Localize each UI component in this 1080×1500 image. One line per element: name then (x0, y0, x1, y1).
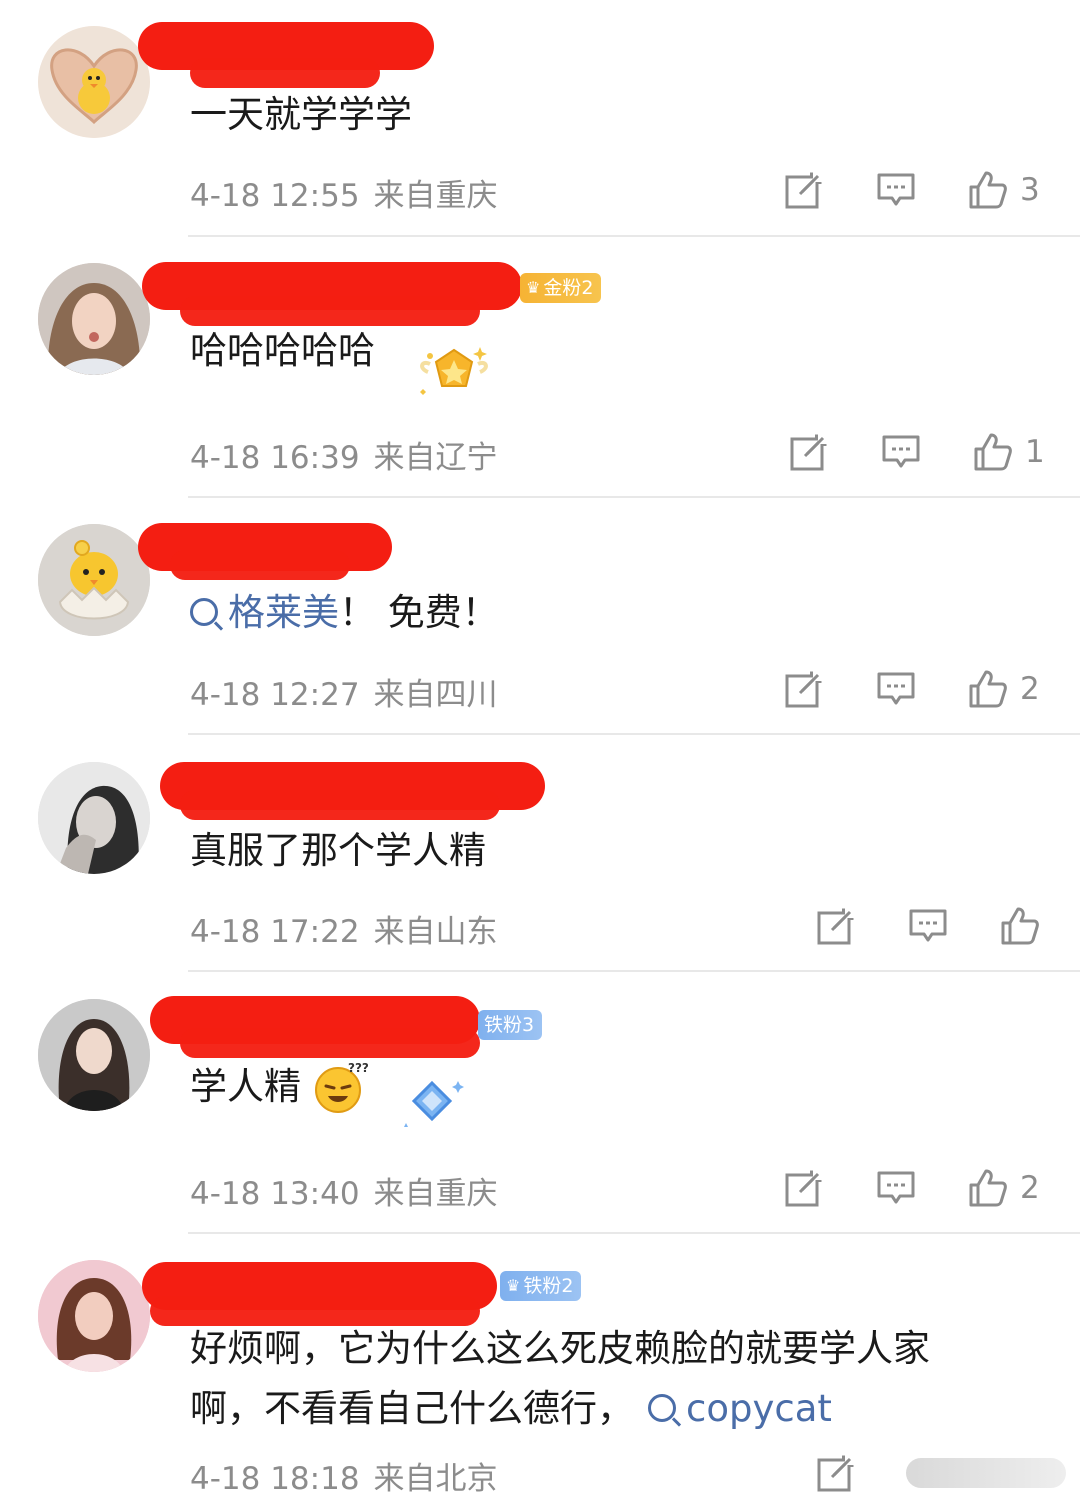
like-count: 2 (1020, 671, 1040, 707)
comment-actions: 1 (789, 432, 1045, 472)
share-icon[interactable] (784, 669, 824, 709)
comment-actions: 3 (784, 170, 1040, 210)
comment-icon[interactable] (876, 170, 916, 210)
divider (188, 235, 1080, 237)
divider (188, 970, 1080, 972)
redacted-username (170, 550, 350, 580)
comment-text: 真服了那个学人精 (190, 829, 486, 872)
comment-text-line2: 啊，不看看自己什么德行， (190, 1387, 634, 1430)
avatar[interactable] (38, 762, 150, 874)
badge-label: 铁粉3 (484, 1014, 535, 1036)
share-icon[interactable] (789, 432, 829, 472)
comment-meta: 4-18 12:55 来自重庆 (190, 170, 498, 215)
comment-icon[interactable] (876, 1168, 916, 1208)
search-icon (648, 1394, 676, 1422)
thumbs-up-icon[interactable] (973, 432, 1013, 472)
avatar[interactable] (38, 999, 150, 1111)
avatar[interactable] (38, 263, 150, 375)
link-label: 格莱美 (228, 591, 339, 634)
svg-text:???: ??? (348, 1061, 368, 1075)
comment-text: 哈哈哈哈哈 (190, 329, 375, 372)
divider (188, 1232, 1080, 1234)
comment-location: 来自重庆 (373, 1176, 498, 1212)
comment-text: 好烦啊，它为什么这么死皮赖脸的就要学人家 (190, 1327, 930, 1370)
avatar[interactable] (38, 524, 150, 636)
thumbs-up-icon[interactable] (1000, 906, 1040, 946)
comment-icon[interactable] (908, 906, 948, 946)
comment-actions: 2 (784, 1168, 1040, 1208)
comment-meta: 4-18 13:40 来自重庆 (190, 1168, 498, 1213)
badge-label: 金粉2 (543, 277, 594, 299)
search-link[interactable]: 格莱美 (190, 591, 339, 634)
crown-icon: ♛ (526, 278, 541, 297)
comment-icon[interactable] (876, 669, 916, 709)
divider (188, 496, 1080, 498)
comment-location: 来自北京 (373, 1461, 498, 1497)
comment-time: 4-18 18:18 (190, 1461, 360, 1497)
comment-location: 来自辽宁 (373, 440, 498, 476)
share-icon[interactable] (816, 906, 856, 946)
comment-location: 来自四川 (373, 677, 498, 713)
like-count: 2 (1020, 1170, 1040, 1206)
squint-smile-emoji-icon: ??? (315, 1061, 368, 1113)
thumbs-up-icon[interactable] (968, 170, 1008, 210)
search-icon (190, 598, 218, 626)
comment-location: 来自山东 (373, 914, 498, 950)
share-icon[interactable] (784, 170, 824, 210)
like-count: 3 (1020, 172, 1040, 208)
comment-text: 一天就学学学 (190, 93, 412, 136)
redacted-username (190, 58, 380, 88)
link-label: copycat (686, 1387, 832, 1430)
avatar[interactable] (38, 1260, 150, 1372)
thumbs-up-icon[interactable] (968, 1168, 1008, 1208)
comment-actions (816, 1453, 1066, 1493)
comment-text: 格莱美！ 免费！ (190, 584, 499, 642)
gold-star-sticker-icon (420, 347, 488, 395)
avatar[interactable] (38, 26, 150, 138)
comment-text: 啊，不看看自己什么德行， copycat (190, 1380, 832, 1438)
fan-badge: 铁粉3 (478, 1010, 543, 1040)
comment-actions: 2 (784, 669, 1040, 709)
like-count: 1 (1025, 434, 1045, 470)
share-icon[interactable] (816, 1453, 856, 1493)
comment-time: 4-18 16:39 (190, 440, 360, 476)
fan-badge: ♛ 铁粉2 (500, 1271, 582, 1301)
badge-label: 铁粉2 (523, 1275, 574, 1297)
divider (188, 733, 1080, 735)
redacted-username (180, 790, 500, 820)
comment-text: 学人精 (190, 1065, 301, 1108)
comment-time: 4-18 12:55 (190, 178, 360, 214)
fan-badge: ♛ 金粉2 (520, 273, 602, 303)
search-link[interactable]: copycat (648, 1387, 832, 1430)
comment-icon[interactable] (881, 432, 921, 472)
comment-meta: 4-18 17:22 来自山东 (190, 906, 498, 951)
comment-meta: 4-18 18:18 来自北京 (190, 1453, 498, 1498)
comment-time: 4-18 12:27 (190, 677, 360, 713)
share-icon[interactable] (784, 1168, 824, 1208)
watermark (906, 1458, 1066, 1488)
blue-diamond-sticker-icon (404, 1080, 464, 1127)
thumbs-up-icon[interactable] (968, 669, 1008, 709)
comment-meta: 4-18 16:39 来自辽宁 (190, 432, 498, 477)
comment-location: 来自重庆 (373, 178, 498, 214)
comment-time: 4-18 13:40 (190, 1176, 360, 1212)
comment-time: 4-18 17:22 (190, 914, 360, 950)
comment-text-rest: ！ 免费！ (339, 591, 499, 634)
redacted-username (180, 1028, 480, 1058)
crown-icon: ♛ (506, 1276, 521, 1295)
comment-actions (816, 906, 1040, 946)
comment-meta: 4-18 12:27 来自四川 (190, 669, 498, 714)
